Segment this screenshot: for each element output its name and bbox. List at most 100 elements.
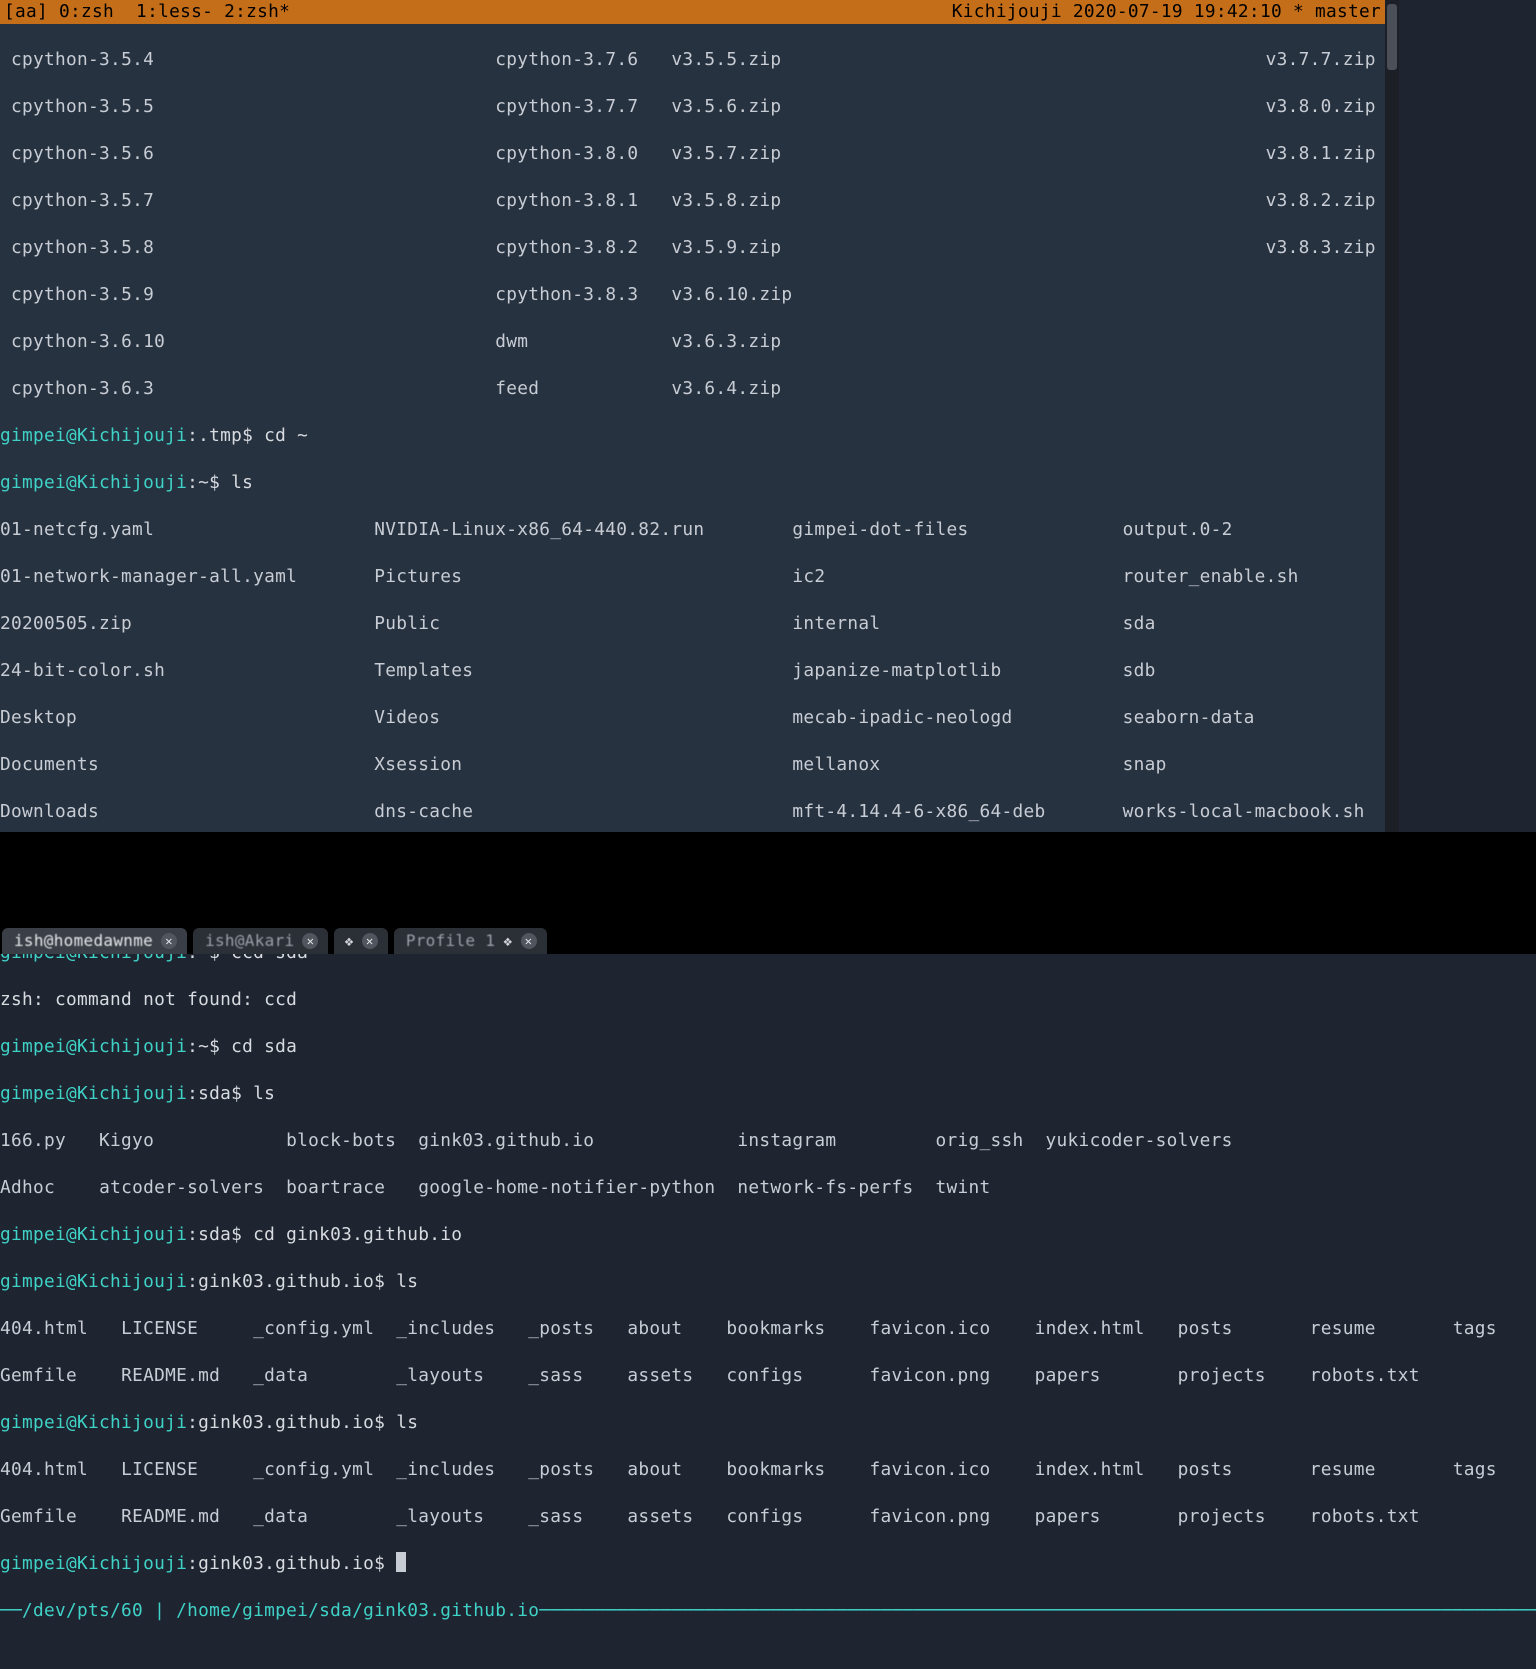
ls-item: cpython-3.6.3 xyxy=(11,378,154,399)
ls-item: cpython-3.5.7 xyxy=(11,190,154,211)
ls-item: robots.txt xyxy=(1310,1365,1420,1386)
prompt-cmd: ls xyxy=(396,1271,418,1292)
ls-item: Adhoc xyxy=(0,1177,55,1198)
close-icon[interactable]: ✕ xyxy=(302,933,318,949)
ls-item: papers xyxy=(1035,1365,1101,1386)
error-text: zsh: command not found: ccd xyxy=(0,989,297,1010)
terminal-window[interactable]: [aa] 0:zsh 1:less- 2:zsh* Kichijouji 202… xyxy=(0,0,1385,832)
prompt-user: gimpei@Kichijouji xyxy=(0,1036,187,1057)
ls-item: about xyxy=(627,1318,682,1339)
prompt-path: :gink03.github.io$ xyxy=(187,1553,396,1574)
prompt-user: gimpei@Kichijouji xyxy=(0,1271,187,1292)
ls-item: Videos xyxy=(374,707,440,728)
ls-item: v3.6.3.zip xyxy=(671,331,781,352)
ls-item: resume xyxy=(1310,1459,1376,1480)
ls-item: dns-cache xyxy=(374,801,473,822)
app-tab[interactable]: ish@Akari ✕ xyxy=(193,928,328,954)
ls-item: LICENSE xyxy=(121,1459,198,1480)
ls-item: Downloads xyxy=(0,801,99,822)
ls-item: bookmarks xyxy=(726,1318,825,1339)
ls-item: _data xyxy=(253,1365,308,1386)
ls-item: internal xyxy=(792,613,880,634)
ls-item: mecab-ipadic-neologd xyxy=(792,707,1012,728)
ls-item: v3.6.4.zip xyxy=(671,378,781,399)
prompt-cmd: ls xyxy=(231,472,253,493)
prompt-path: :gink03.github.io$ xyxy=(187,1412,396,1433)
prompt-path: :.tmp$ xyxy=(187,425,264,446)
ls-item: cpython-3.8.3 xyxy=(495,284,638,305)
ls-item: cpython-3.8.2 xyxy=(495,237,638,258)
ls-item: mft-4.14.4-6-x86_64-deb xyxy=(792,801,1045,822)
ls-item: index.html xyxy=(1035,1459,1145,1480)
ls-item: cpython-3.7.6 xyxy=(495,49,638,70)
ls-item: cpython-3.5.8 xyxy=(11,237,154,258)
ls-item: v3.8.0.zip xyxy=(1266,96,1376,117)
ls-item: _data xyxy=(253,1506,308,1527)
ls-item: cpython-3.5.6 xyxy=(11,143,154,164)
ls-item: favicon.ico xyxy=(869,1318,990,1339)
ls-item: _sass xyxy=(528,1506,583,1527)
ls-item: v3.5.7.zip xyxy=(671,143,781,164)
app-tab[interactable]: ish@homedawnme ✕ xyxy=(2,928,187,954)
close-icon[interactable]: ✕ xyxy=(362,933,378,949)
ls-item: favicon.png xyxy=(869,1506,990,1527)
ls-item: Public xyxy=(374,613,440,634)
ls-item: v3.5.8.zip xyxy=(671,190,781,211)
ls-item: Xsession xyxy=(374,754,462,775)
ls-item: 404.html xyxy=(0,1318,88,1339)
ls-item: Desktop xyxy=(0,707,77,728)
ls-item: feed xyxy=(495,378,539,399)
ls-item: network-fs-perfs xyxy=(737,1177,913,1198)
ls-item: mellanox xyxy=(792,754,880,775)
scrollbar-thumb[interactable] xyxy=(1387,4,1397,70)
ls-item: README.md xyxy=(121,1506,220,1527)
ls-item: configs xyxy=(726,1365,803,1386)
ls-item: 24-bit-color.sh xyxy=(0,660,165,681)
ls-item: favicon.png xyxy=(869,1365,990,1386)
ls-item: papers xyxy=(1035,1506,1101,1527)
prompt-path: :sda$ xyxy=(187,1083,253,1104)
ls-item: dwm xyxy=(495,331,528,352)
ls-item: Gemfile xyxy=(0,1365,77,1386)
prompt-user: gimpei@Kichijouji xyxy=(0,472,187,493)
ls-item: cpython-3.5.5 xyxy=(11,96,154,117)
ls-item: robots.txt xyxy=(1310,1506,1420,1527)
prompt-user: gimpei@Kichijouji xyxy=(0,1553,187,1574)
ls-item: sda xyxy=(1123,613,1156,634)
tmux-divider: ──/dev/pts/60 | /home/gimpei/sda/gink03.… xyxy=(0,1600,539,1621)
ls-item: sdb xyxy=(1123,660,1156,681)
prompt-user: gimpei@Kichijouji xyxy=(0,1412,187,1433)
ls-item: _sass xyxy=(528,1365,583,1386)
ls-item: v3.8.1.zip xyxy=(1266,143,1376,164)
ls-item: README.md xyxy=(121,1365,220,1386)
ls-item: posts xyxy=(1178,1459,1233,1480)
ls-item: cpython-3.5.9 xyxy=(11,284,154,305)
ls-item: gink03.github.io xyxy=(418,1130,594,1151)
prompt-cmd: ls xyxy=(396,1412,418,1433)
prompt-path: :sda$ xyxy=(187,1224,253,1245)
ls-item: assets xyxy=(627,1365,693,1386)
prompt-path: :~$ xyxy=(187,1036,231,1057)
ls-item: about xyxy=(627,1459,682,1480)
ls-item: cpython-3.7.7 xyxy=(495,96,638,117)
ls-item: japanize-matplotlib xyxy=(792,660,1001,681)
app-tab-bar: ish@homedawnme ✕ ish@Akari ✕ ❖ ✕ Profile… xyxy=(0,924,1536,954)
tab-label: ish@Akari xyxy=(205,929,294,953)
ls-item: gimpei-dot-files xyxy=(792,519,968,540)
ls-item: cpython-3.5.4 xyxy=(11,49,154,70)
ls-item: cpython-3.8.0 xyxy=(495,143,638,164)
prompt-user: gimpei@Kichijouji xyxy=(0,425,187,446)
prompt-path: :~$ xyxy=(187,472,231,493)
close-icon[interactable]: ✕ xyxy=(161,933,177,949)
prompt-user: gimpei@Kichijouji xyxy=(0,1224,187,1245)
ls-item: _posts xyxy=(528,1318,594,1339)
close-icon[interactable]: ✕ xyxy=(521,933,537,949)
ls-item: seaborn-data xyxy=(1123,707,1255,728)
ls-item: v3.5.9.zip xyxy=(671,237,781,258)
app-tab[interactable]: Profile 1 ❖ ✕ xyxy=(394,928,547,954)
ls-item: cpython-3.6.10 xyxy=(11,331,165,352)
tmux-status-bar: [aa] 0:zsh 1:less- 2:zsh* Kichijouji 202… xyxy=(0,0,1385,24)
app-tab[interactable]: ❖ ✕ xyxy=(334,928,387,954)
ls-item: 166.py xyxy=(0,1130,66,1151)
scrollbar[interactable] xyxy=(1385,0,1399,832)
